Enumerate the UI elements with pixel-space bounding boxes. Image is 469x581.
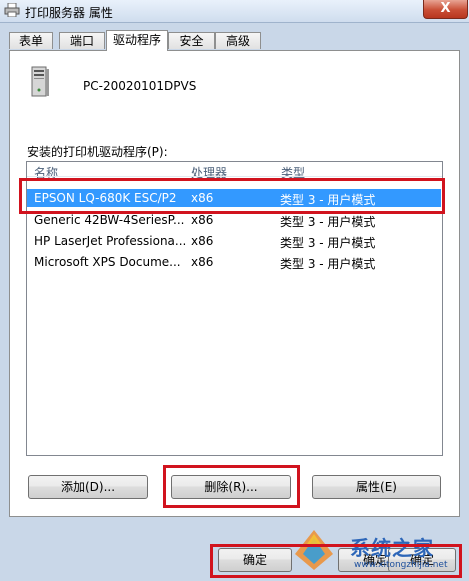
driver-type: 类型 3 - 用户模式 <box>280 215 376 229</box>
tab-drivers[interactable]: 驱动程序 <box>106 30 168 51</box>
server-tower-icon <box>31 66 49 97</box>
window-title: 打印服务器 属性 <box>25 6 113 20</box>
watermark-url: www.xitongzhijia.net <box>354 560 448 570</box>
drivers-list-label: 安装的打印机驱动程序(P): <box>27 145 168 159</box>
watermark-text: 系统之家 <box>350 536 434 560</box>
driver-name: HP LaserJet Professiona... <box>34 234 187 248</box>
add-driver-button[interactable]: 添加(D)... <box>28 475 148 499</box>
remove-driver-button[interactable]: 删除(R)... <box>171 475 291 499</box>
driver-row[interactable]: HP LaserJet Professiona... x86 类型 3 - 用户… <box>27 232 441 250</box>
tab-security[interactable]: 安全 <box>168 32 215 49</box>
driver-type: 类型 3 - 用户模式 <box>280 236 376 250</box>
driver-type: 类型 3 - 用户模式 <box>280 257 376 271</box>
driver-name: EPSON LQ-680K ESC/P2 <box>34 191 177 205</box>
driver-processor: x86 <box>191 191 214 205</box>
driver-row[interactable]: Generic 42BW-4SeriesP... x86 类型 3 - 用户模式 <box>27 211 441 229</box>
server-name: PC-20020101DPVS <box>83 79 197 93</box>
close-button[interactable]: X <box>423 0 468 19</box>
driver-type: 类型 3 - 用户模式 <box>280 193 376 207</box>
driver-processor: x86 <box>191 255 214 269</box>
driver-row[interactable]: EPSON LQ-680K ESC/P2 x86 类型 3 - 用户模式 <box>27 189 441 207</box>
watermark-logo-icon <box>295 530 333 570</box>
driver-name: Generic 42BW-4SeriesP... <box>34 213 185 227</box>
ok-button[interactable]: 确定 <box>218 548 292 572</box>
tab-forms[interactable]: 表单 <box>9 32 53 49</box>
driver-properties-button[interactable]: 属性(E) <box>312 475 441 499</box>
printer-icon <box>4 3 20 17</box>
title-bar: 打印服务器 属性 X <box>0 0 469 23</box>
header-divider <box>27 176 442 177</box>
driver-processor: x86 <box>191 234 214 248</box>
tab-advanced[interactable]: 高级 <box>215 32 261 49</box>
driver-name: Microsoft XPS Docume... <box>34 255 181 269</box>
driver-processor: x86 <box>191 213 214 227</box>
driver-row[interactable]: Microsoft XPS Docume... x86 类型 3 - 用户模式 <box>27 253 441 271</box>
tab-ports[interactable]: 端口 <box>59 32 105 49</box>
tab-bar: 表单 端口 驱动程序 安全 高级 <box>0 30 469 51</box>
